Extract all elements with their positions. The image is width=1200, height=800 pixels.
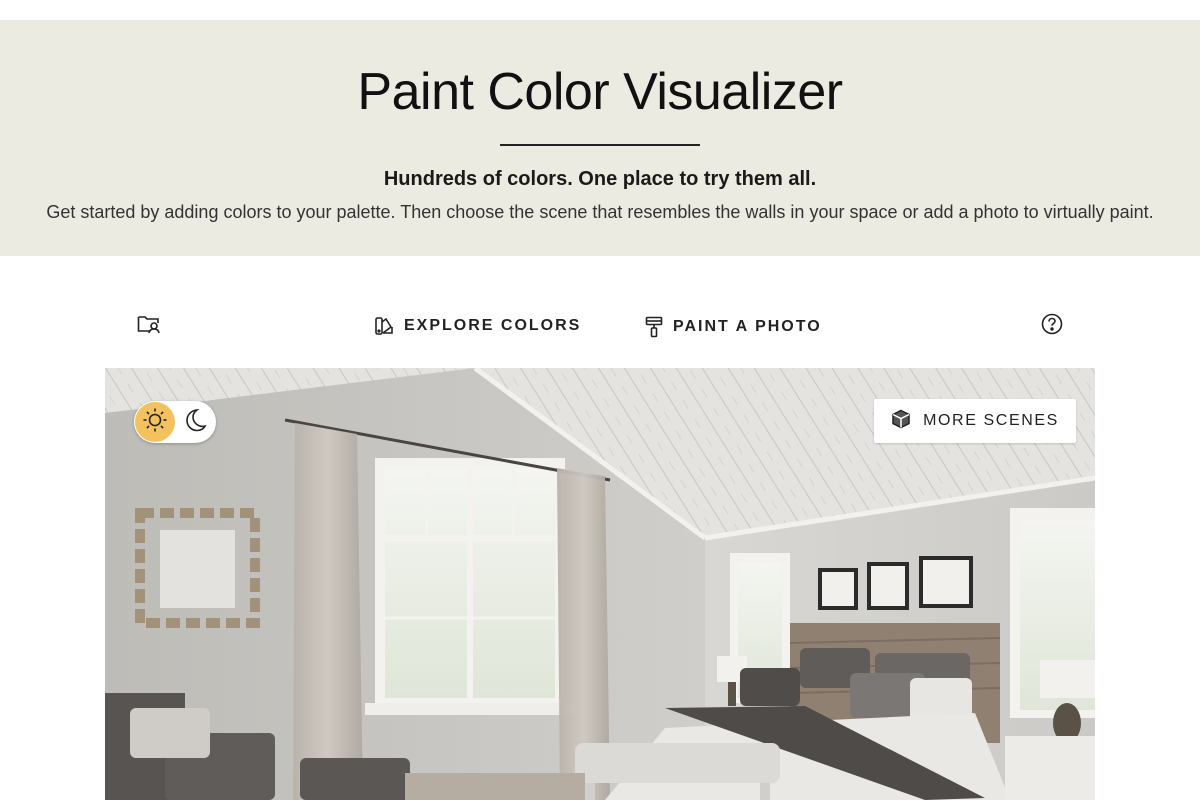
paint-a-photo-label: PAINT A PHOTO (673, 318, 822, 335)
swatch-fan-icon (374, 316, 394, 336)
room-scene[interactable]: MORE SCENES (105, 368, 1095, 800)
more-scenes-label: MORE SCENES (923, 412, 1059, 429)
visualizer-toolbar: EXPLORE COLORS PAINT A PHOTO (0, 256, 1200, 368)
light-dark-toggle[interactable] (134, 401, 216, 443)
title-divider (500, 144, 700, 146)
page-title: Paint Color Visualizer (357, 63, 843, 121)
help-button[interactable] (1041, 313, 1063, 335)
explore-colors-label: EXPLORE COLORS (404, 317, 582, 334)
paint-roller-icon (645, 316, 663, 338)
my-projects-button[interactable] (137, 314, 161, 334)
tagline: Hundreds of colors. One place to try the… (383, 168, 817, 190)
question-circle-icon (1041, 313, 1063, 335)
sun-icon (142, 407, 168, 438)
paint-a-photo-button[interactable]: PAINT A PHOTO (645, 316, 822, 338)
light-mode-button[interactable] (135, 402, 175, 442)
dark-mode-button[interactable] (175, 402, 215, 442)
moon-icon (182, 407, 208, 438)
more-scenes-button[interactable]: MORE SCENES (874, 399, 1076, 443)
explore-colors-button[interactable]: EXPLORE COLORS (374, 316, 581, 336)
hero-banner: Paint Color Visualizer Hundreds of color… (0, 20, 1200, 256)
top-spacer (0, 0, 1200, 20)
folder-user-icon (137, 314, 161, 334)
intro-text: Get started by adding colors to your pal… (46, 202, 1154, 222)
cube-icon (891, 409, 911, 434)
